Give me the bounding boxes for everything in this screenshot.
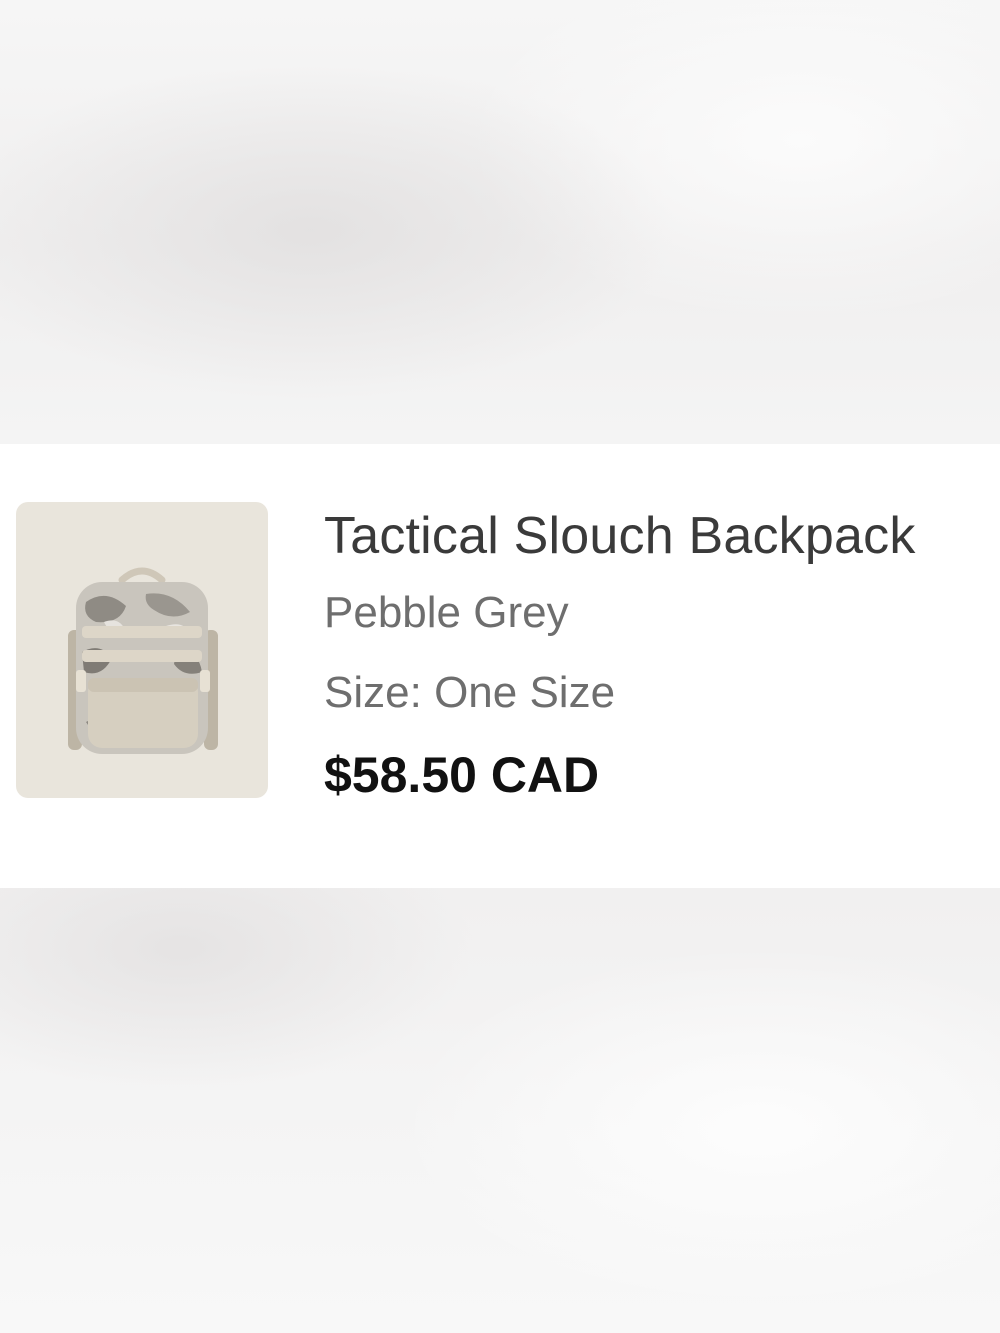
cart-item-info: Tactical Slouch Backpack Pebble Grey Siz… (324, 504, 984, 806)
product-title[interactable]: Tactical Slouch Backpack (324, 504, 984, 568)
size-label: Size: (324, 668, 422, 717)
cart-item-card[interactable]: Tactical Slouch Backpack Pebble Grey Siz… (0, 444, 1000, 888)
blurred-background-bottom (0, 888, 1000, 1333)
product-variant: Pebble Grey (324, 588, 569, 637)
backpack-image (68, 567, 218, 754)
size-value: One Size (434, 668, 616, 717)
product-thumbnail[interactable] (16, 502, 268, 798)
product-price: $58.50 CAD (324, 747, 600, 803)
product-size: Size: One Size (324, 666, 984, 720)
blurred-background-top (0, 0, 1000, 444)
